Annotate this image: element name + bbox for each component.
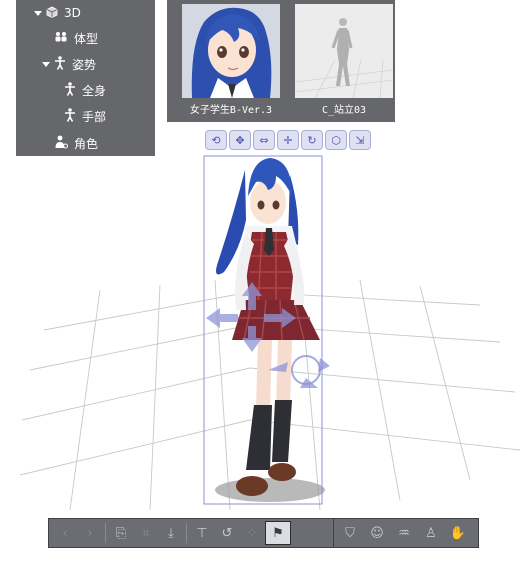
move-plane-icon[interactable]: ⇲ [349,130,371,150]
expand-arrow-icon[interactable] [34,10,42,16]
pose-figure-icon [54,55,66,73]
fit-view-icon[interactable]: ⌗ [134,522,158,544]
object-launcher-toolbar: ‹ › ⎘ ⌗ ⤓ ⊤ ↺ ⁘ ⚑ [48,518,334,548]
character-icon [54,135,68,152]
3d-viewport[interactable] [0,152,528,512]
camera-view-icon[interactable]: ⎘ [109,522,133,544]
tree-item-character[interactable]: 角色 [54,132,98,154]
pose-lock-icon[interactable]: ⊤ [190,522,214,544]
figure-icon [64,107,76,125]
face-icon[interactable]: ☺ [365,522,389,544]
prev-arrow-icon[interactable]: ‹ [53,522,77,544]
figure-icon [64,81,76,99]
rotate-reset-icon[interactable]: ↺ [215,522,239,544]
rotate-object-icon[interactable]: ↻ [301,130,323,150]
tree-item-3d[interactable]: 3D [34,2,81,24]
tree-item-hand[interactable]: 手部 [64,105,106,127]
move-object-icon[interactable]: ✛ [277,130,299,150]
rotate-camera-icon[interactable]: ⟲ [205,130,227,150]
pan-camera-icon[interactable]: ✥ [229,130,251,150]
model-name-caption: 女子学生B-Ver.3 [189,105,273,116]
flag-icon[interactable]: ⚑ [265,521,291,545]
layer-tree-panel: 3D 体型 姿势 全身 手部 角色 [16,0,155,156]
hair-icon[interactable]: ♒ [392,522,416,544]
rotate-3d-icon[interactable]: ⬡ [325,130,347,150]
cube-icon [46,6,58,21]
tree-item-full-body[interactable]: 全身 [64,79,106,101]
tree-item-body-shape[interactable]: 体型 [54,27,98,49]
tree-item-label: 体型 [74,31,99,46]
hand-icon[interactable]: ✋ [446,522,470,544]
pose-thumbnail[interactable] [295,4,393,98]
tree-item-label: 全身 [82,83,107,98]
toolbar-separator [186,523,187,543]
tree-item-label: 手部 [82,109,107,124]
ground-place-icon[interactable]: ⤓ [159,522,183,544]
tree-item-label: 3D [64,6,81,20]
model-thumbnail[interactable] [182,4,280,98]
tree-item-pose[interactable]: 姿势 [42,53,96,75]
expand-arrow-icon[interactable] [42,61,50,67]
object-transform-toolbar: ⟲ ✥ ⇔ ✛ ↻ ⬡ ⇲ [205,130,371,150]
spin-icon[interactable]: ⁘ [240,522,264,544]
tree-item-label: 角色 [74,136,99,151]
character-tools-toolbar: ⛉ ☺ ♒ ♙ ✋ [333,518,479,548]
full-body-icon[interactable]: ♙ [419,522,443,544]
toolbar-separator [105,523,106,543]
character-shadow [215,478,325,502]
pose-name-caption: C_站立03 [321,105,367,116]
zoom-camera-icon[interactable]: ⇔ [253,130,275,150]
next-arrow-icon[interactable]: › [78,522,102,544]
material-preview-panel: 女子学生B-Ver.3 C_站立03 [167,0,395,122]
shield-icon[interactable]: ⛉ [338,522,362,544]
body-shape-icon [54,31,68,46]
character-model [216,158,320,496]
tree-item-label: 姿势 [72,57,97,72]
